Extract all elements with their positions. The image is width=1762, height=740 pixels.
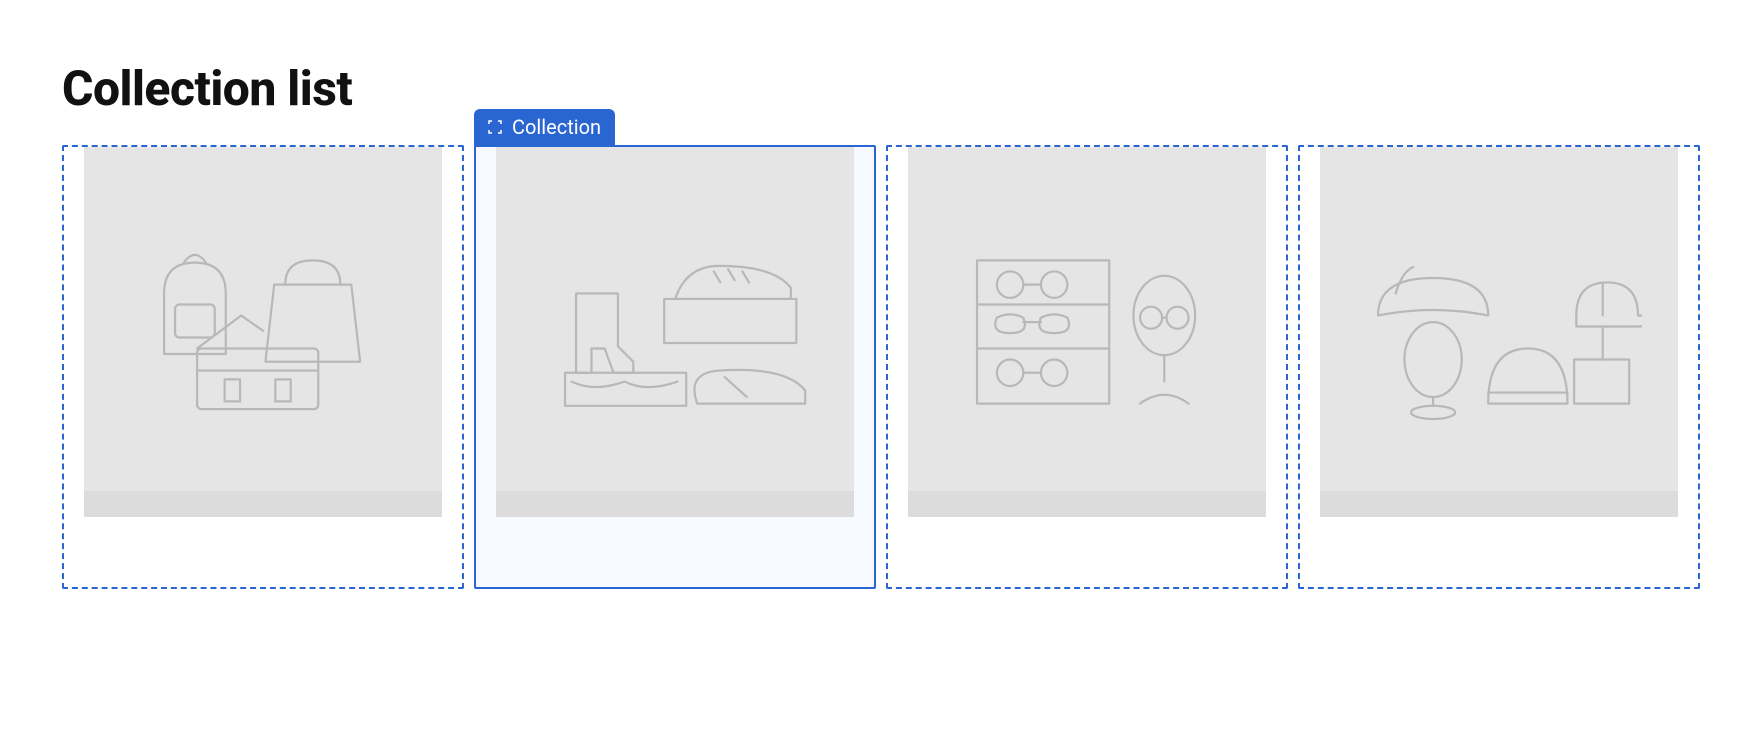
frame-icon [486,118,504,136]
collection-card[interactable] [1298,145,1700,589]
collection-thumbnail [1320,147,1678,517]
section-title: Collection list [62,60,1700,117]
bags-icon [120,221,406,443]
collection-card-selected[interactable]: Collection [474,145,876,589]
collection-list-section: Collection list [0,0,1762,629]
collection-card[interactable] [62,145,464,589]
hats-icon [1356,221,1642,443]
block-label-text: Collection [512,115,601,139]
collection-thumbnail [84,147,442,517]
block-label[interactable]: Collection [474,109,615,146]
collection-card[interactable] [886,145,1288,589]
collection-row: Collection [62,145,1700,589]
collection-thumbnail [496,147,854,517]
shoes-icon [532,221,818,443]
glasses-icon [944,221,1230,443]
collection-thumbnail [908,147,1266,517]
